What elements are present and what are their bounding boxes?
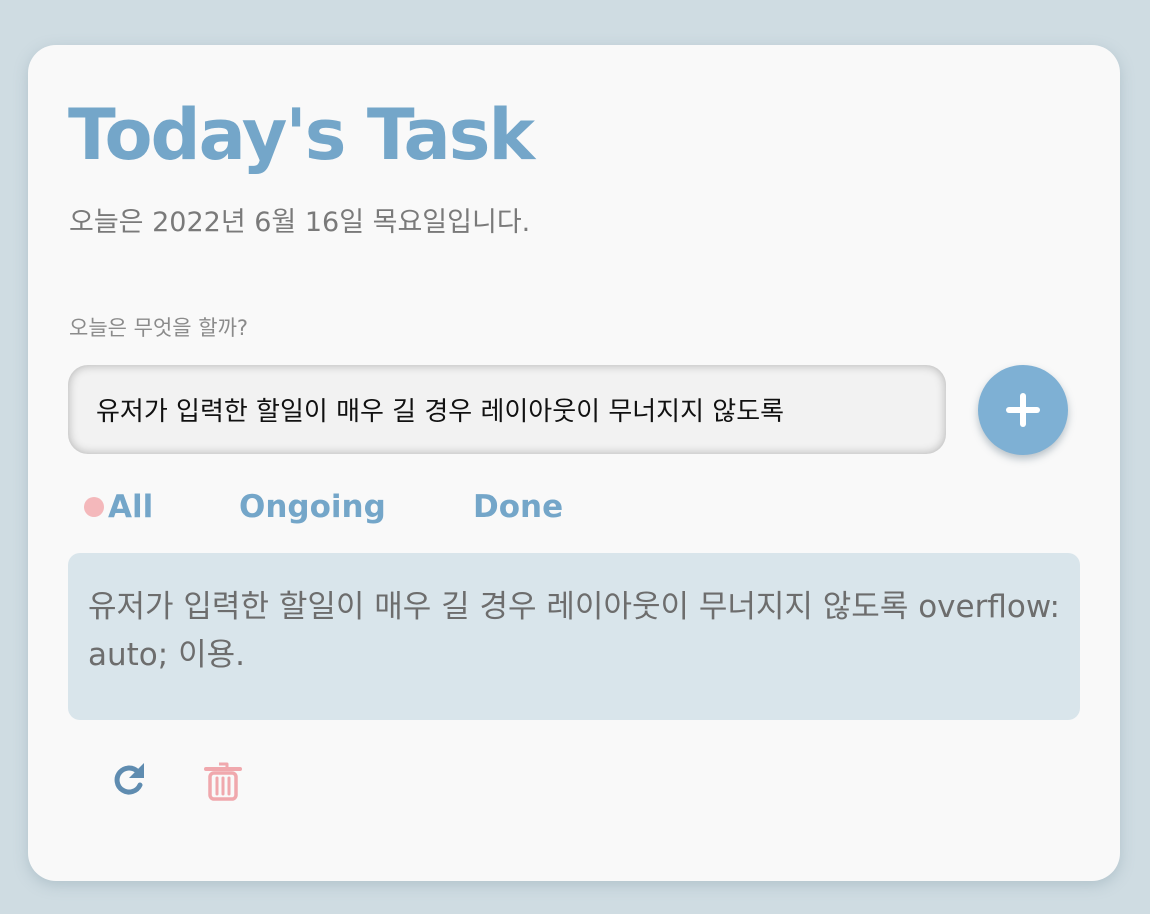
active-tab-indicator <box>84 497 104 517</box>
tab-done[interactable]: Done <box>473 485 563 529</box>
redo-task-button[interactable] <box>104 755 154 805</box>
task-item[interactable]: 유저가 입력한 할일이 매우 길 경우 레이아웃이 무너지지 않도록 overf… <box>68 553 1080 720</box>
redo-icon <box>114 763 144 795</box>
todo-card: Today's Task 오늘은 2022년 6월 16일 목요일입니다. 오늘… <box>28 45 1120 881</box>
add-task-button[interactable] <box>978 365 1068 455</box>
date-text: 오늘은 2022년 6월 16일 목요일입니다. <box>69 207 531 238</box>
page-title: Today's Task <box>68 94 535 176</box>
tab-ongoing[interactable]: Ongoing <box>239 485 386 529</box>
trash-icon <box>204 762 242 801</box>
task-input[interactable] <box>68 365 946 454</box>
plus-icon <box>1006 393 1040 427</box>
tab-all[interactable]: All <box>108 485 153 529</box>
task-input-label: 오늘은 무엇을 할까? <box>69 316 249 340</box>
delete-task-button[interactable] <box>198 755 248 805</box>
